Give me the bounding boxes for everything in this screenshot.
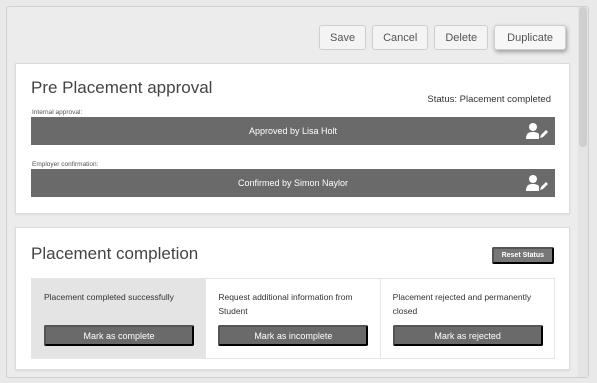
option-rejected: Placement rejected and permanently close… bbox=[379, 279, 554, 358]
user-edit-icon[interactable] bbox=[526, 122, 548, 140]
mark-incomplete-button[interactable]: Mark as incomplete bbox=[218, 325, 369, 346]
employer-confirmation-label: Employer confirmation: bbox=[32, 161, 99, 168]
reset-status-button[interactable]: Reset Status bbox=[491, 247, 554, 264]
employer-confirmation-value: Confirmed by Simon Naylor bbox=[237, 178, 349, 188]
cancel-button[interactable]: Cancel bbox=[372, 25, 429, 50]
scrollbar[interactable] bbox=[578, 7, 588, 377]
option-complete-text: Placement completed successfully bbox=[44, 292, 174, 302]
user-edit-icon[interactable] bbox=[526, 174, 548, 192]
employer-confirmation-bar[interactable]: Confirmed by Simon Naylor bbox=[31, 169, 555, 197]
internal-approval-bar[interactable]: Approved by Lisa Holt bbox=[31, 117, 555, 145]
delete-button[interactable]: Delete bbox=[434, 25, 489, 50]
internal-approval-label: Internal approval: bbox=[32, 109, 83, 116]
pre-placement-title: Pre Placement approval bbox=[31, 78, 213, 97]
duplicate-button[interactable]: Duplicate bbox=[494, 25, 566, 50]
placement-completion-card: Placement completion Reset Status Placem… bbox=[15, 227, 570, 370]
status-text: Status: Placement completed bbox=[427, 94, 551, 105]
option-complete: Placement completed successfully Mark as… bbox=[32, 279, 206, 358]
option-rejected-text: Placement rejected and permanently close… bbox=[392, 292, 532, 316]
toolbar: Save Cancel Delete Duplicate bbox=[319, 25, 566, 50]
pre-placement-card: Pre Placement approval Status: Placement… bbox=[15, 63, 570, 214]
app-window: Save Cancel Delete Duplicate Pre Placeme… bbox=[6, 6, 589, 378]
placement-completion-title: Placement completion bbox=[31, 244, 199, 263]
internal-approval-value: Approved by Lisa Holt bbox=[248, 126, 338, 136]
mark-rejected-button[interactable]: Mark as rejected bbox=[392, 325, 543, 346]
mark-complete-button[interactable]: Mark as complete bbox=[44, 325, 194, 346]
save-button[interactable]: Save bbox=[319, 25, 367, 50]
option-incomplete-text: Request additional information from Stud… bbox=[218, 292, 353, 316]
completion-options: Placement completed successfully Mark as… bbox=[31, 278, 555, 359]
scrollbar-thumb[interactable] bbox=[579, 7, 587, 147]
option-incomplete: Request additional information from Stud… bbox=[205, 279, 379, 358]
